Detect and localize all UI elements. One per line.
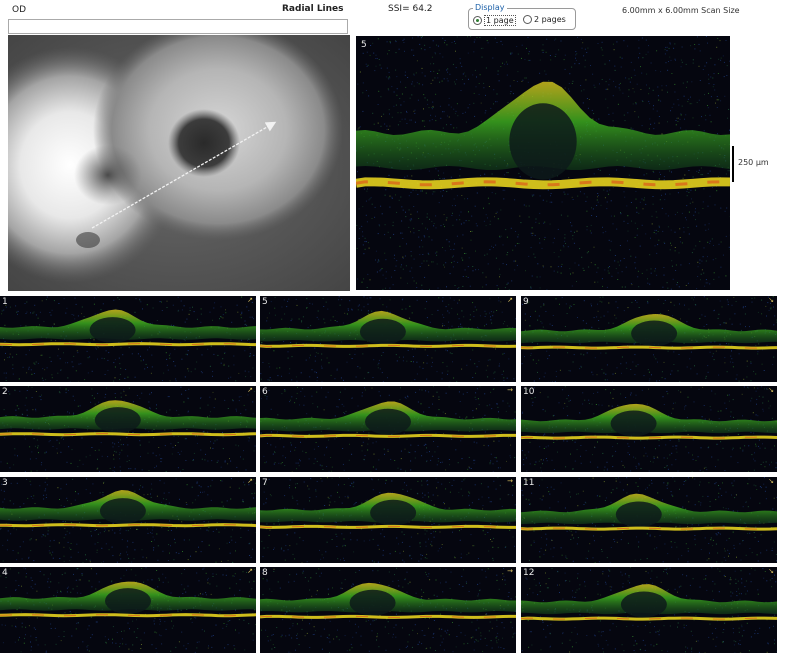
scale-bar	[732, 146, 734, 182]
arrow-icon: →	[507, 567, 513, 575]
thumbnail-scan-svg	[521, 567, 777, 653]
thumbnail-number: 9	[523, 297, 529, 307]
thumbnail-number: 11	[523, 478, 535, 488]
display-option-2-label: 2 pages	[534, 15, 566, 24]
thumbnail-scan-svg	[0, 477, 256, 563]
thumbnail-scan-svg	[521, 296, 777, 382]
display-legend: Display	[473, 3, 507, 13]
display-options-group: Display 1 page 2 pages	[468, 3, 576, 30]
bscan-thumbnail[interactable]: 6 →	[260, 386, 516, 472]
thumbnail-scan-svg	[521, 477, 777, 563]
arrow-icon: →	[507, 386, 513, 394]
main-bscan-image[interactable]: 5	[356, 36, 730, 290]
scan-size-label: 6.00mm x 6.00mm Scan Size	[622, 6, 740, 15]
thumbnail-number: 5	[262, 297, 268, 307]
bscan-thumbnail[interactable]: 12 ↘	[521, 567, 777, 653]
bscan-thumbnail[interactable]: 9 ↘	[521, 296, 777, 382]
eye-label: OD	[12, 5, 27, 15]
thumbnail-scan-svg	[260, 567, 516, 653]
arrow-icon: ↘	[768, 296, 774, 304]
display-option-1-page[interactable]: 1 page	[473, 15, 516, 26]
arrow-icon: ↘	[768, 477, 774, 485]
main-bscan-svg	[356, 36, 730, 290]
thumbnail-number: 1	[2, 297, 8, 307]
thumbnail-scan-svg	[0, 296, 256, 382]
thumbnail-scan-svg	[260, 296, 516, 382]
thumbnail-number: 8	[262, 568, 268, 578]
arrow-icon: ↗	[247, 296, 253, 304]
thumbnail-number: 4	[2, 568, 8, 578]
arrow-icon: ↘	[768, 386, 774, 394]
fundus-image[interactable]	[8, 35, 350, 291]
thumbnail-scan-svg	[521, 386, 777, 472]
arrow-icon: ↗	[247, 477, 253, 485]
arrow-icon: ↗	[247, 386, 253, 394]
protocol-title: Radial Lines	[282, 4, 344, 14]
scale-bar-label: 250 µm	[738, 158, 769, 167]
thumbnail-number: 7	[262, 478, 268, 488]
bscan-thumbnail[interactable]: 5 ↗	[260, 296, 516, 382]
radio-selected-icon[interactable]	[473, 16, 482, 25]
bscan-thumbnail[interactable]: 8 →	[260, 567, 516, 653]
thumbnail-number: 12	[523, 568, 535, 578]
radio-unselected-icon[interactable]	[523, 15, 532, 24]
signal-strength-index: SSI= 64.2	[388, 4, 433, 14]
bscan-thumbnail[interactable]: 11 ↘	[521, 477, 777, 563]
fundus-title-bar	[8, 19, 348, 34]
arrow-icon: ↗	[507, 296, 513, 304]
thumbnail-number: 10	[523, 387, 535, 397]
thumbnail-scan-svg	[0, 386, 256, 472]
thumbnail-scan-svg	[0, 567, 256, 653]
bscan-thumbnail[interactable]: 10 ↘	[521, 386, 777, 472]
thumbnail-scan-svg	[260, 386, 516, 472]
thumbnail-number: 3	[2, 478, 8, 488]
bscan-thumbnail[interactable]: 1 ↗	[0, 296, 256, 382]
display-option-2-pages[interactable]: 2 pages	[523, 15, 566, 24]
bscan-thumbnail[interactable]: 7 →	[260, 477, 516, 563]
main-scan-number: 5	[361, 40, 367, 50]
arrow-icon: →	[507, 477, 513, 485]
bscan-thumbnail[interactable]: 3 ↗	[0, 477, 256, 563]
bscan-thumbnail[interactable]: 4 ↗	[0, 567, 256, 653]
thumbnail-number: 2	[2, 387, 8, 397]
thumbnail-scan-svg	[260, 477, 516, 563]
display-option-1-label: 1 page	[484, 15, 516, 26]
bscan-thumbnail[interactable]: 2 ↗	[0, 386, 256, 472]
arrow-icon: ↗	[247, 567, 253, 575]
thumbnail-number: 6	[262, 387, 268, 397]
arrow-icon: ↘	[768, 567, 774, 575]
